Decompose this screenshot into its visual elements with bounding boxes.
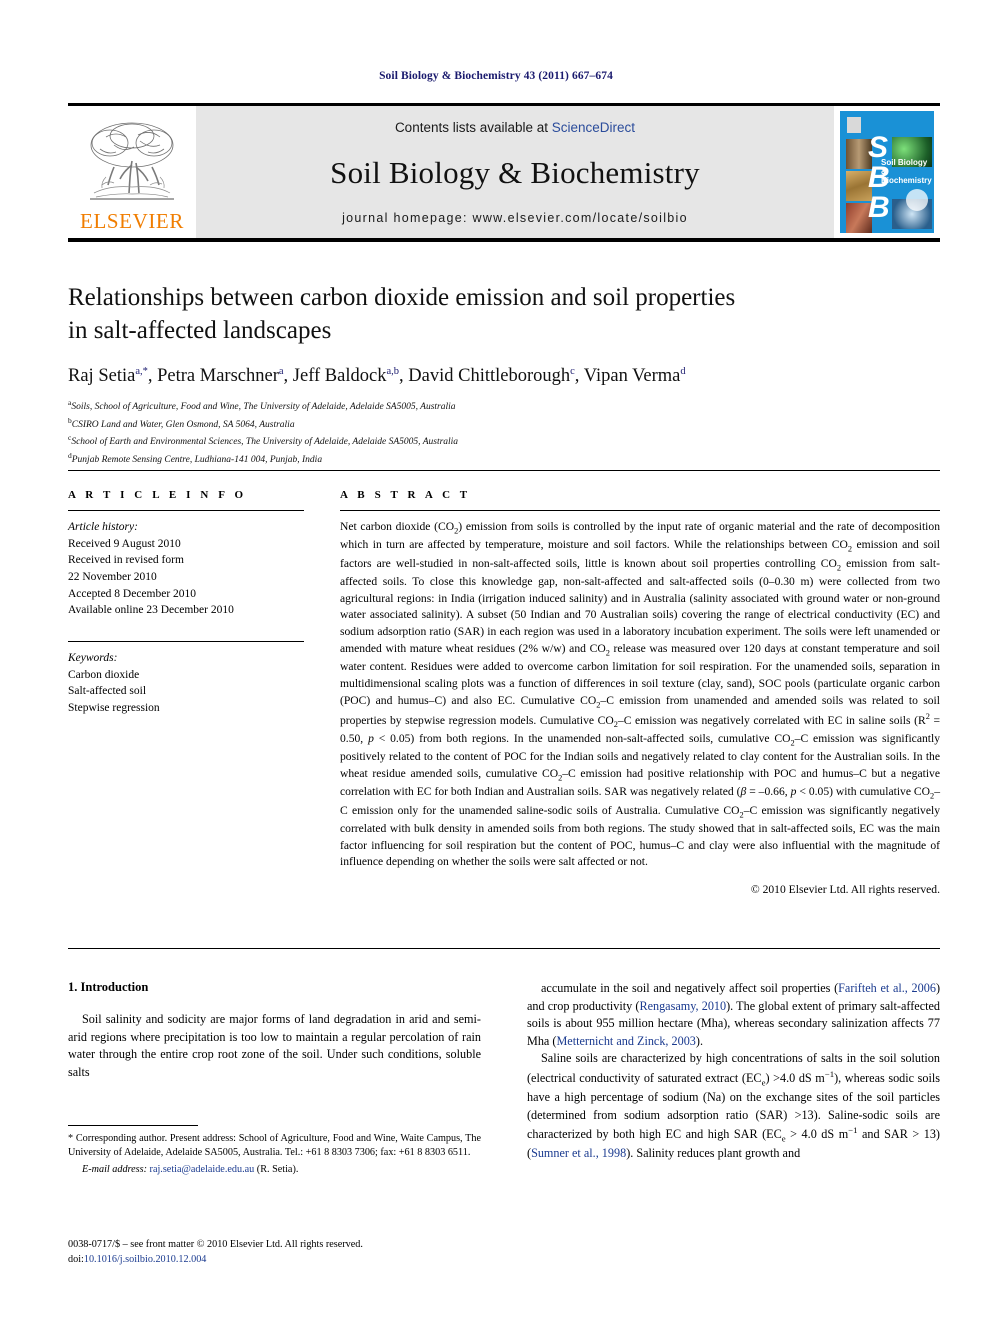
cover-society-seal-icon xyxy=(906,189,928,211)
abstract-divider xyxy=(340,510,940,511)
footnote-block: * Corresponding author. Present address:… xyxy=(68,1125,481,1177)
body-columns: 1. Introduction Soil salinity and sodici… xyxy=(68,980,940,1230)
journal-cover-thumbnail[interactable]: S B B Soil Biology & Biochemistry xyxy=(834,106,940,238)
article-history-item: 22 November 2010 xyxy=(68,571,157,584)
title-block: Relationships between carbon dioxide emi… xyxy=(68,282,940,467)
article-page: Soil Biology & Biochemistry 43 (2011) 66… xyxy=(0,0,992,1323)
body-paragraph: Saline soils are characterized by high c… xyxy=(527,1051,940,1161)
body-column-right: accumulate in the soil and negatively af… xyxy=(527,980,940,1163)
affiliation-text: School of Earth and Environmental Scienc… xyxy=(71,437,459,448)
paper-title-line-1: Relationships between carbon dioxide emi… xyxy=(68,284,736,311)
author-list: Raj Setiaa,*, Petra Marschnera, Jeff Bal… xyxy=(68,365,686,386)
article-history-item: Received 9 August 2010 xyxy=(68,537,181,550)
footnote-rule xyxy=(68,1125,198,1126)
keyword-item: Salt-affected soil xyxy=(68,685,147,698)
info-section-top-rule xyxy=(68,470,940,471)
contents-lists-line: Contents lists available at ScienceDirec… xyxy=(395,120,635,135)
front-matter-line: 0038-0717/$ – see front matter © 2010 El… xyxy=(68,1239,363,1250)
abstract-heading: A B S T R A C T xyxy=(340,489,471,501)
affiliation-item: aSoils, School of Agriculture, Food and … xyxy=(68,397,940,415)
elsevier-wordmark: ELSEVIER xyxy=(80,209,184,233)
elsevier-tree-icon xyxy=(90,122,174,200)
cover-letter-b2: B xyxy=(868,191,890,224)
doi-line: doi:10.1016/j.soilbio.2010.12.004 xyxy=(68,1253,498,1268)
email-link[interactable]: raj.setia@adelaide.edu.au xyxy=(150,1164,255,1175)
abstract-column: A B S T R A C T Net carbon dioxide (CO2)… xyxy=(340,489,940,896)
article-history-item: Received in revised form xyxy=(68,554,184,567)
keyword-item: Stepwise regression xyxy=(68,702,160,715)
affiliation-text: Punjab Remote Sensing Centre, Ludhiana-1… xyxy=(71,454,323,465)
article-history-item: Accepted 8 December 2010 xyxy=(68,587,197,600)
corresponding-author-note: * Corresponding author. Present address:… xyxy=(68,1133,481,1159)
article-history-item: Available online 23 December 2010 xyxy=(68,604,234,617)
journal-homepage-link[interactable]: journal homepage: www.elsevier.com/locat… xyxy=(342,211,688,225)
body-paragraph: accumulate in the soil and negatively af… xyxy=(527,981,940,1048)
imprint-block: 0038-0717/$ – see front matter © 2010 El… xyxy=(68,1238,498,1268)
affiliation-text: CSIRO Land and Water, Glen Osmond, SA 50… xyxy=(71,419,295,430)
cover-elsevier-mark-icon xyxy=(847,117,861,133)
journal-title: Soil Biology & Biochemistry xyxy=(330,155,700,190)
abstract-copyright: © 2010 Elsevier Ltd. All rights reserved… xyxy=(750,883,940,897)
abstract-text: Net carbon dioxide (CO2) emission from s… xyxy=(340,520,941,869)
journal-masthead: ELSEVIER Contents lists available at Sci… xyxy=(68,103,940,242)
article-history-label: Article history: xyxy=(68,521,138,533)
article-info-heading: A R T I C L E I N F O xyxy=(68,489,247,501)
keyword-item: Carbon dioxide xyxy=(68,668,140,681)
contents-prefix: Contents lists available at xyxy=(394,120,552,135)
email-note: E-mail address: raj.setia@adelaide.edu.a… xyxy=(68,1163,481,1177)
doi-label: doi: xyxy=(68,1253,84,1265)
article-info-divider xyxy=(68,510,304,511)
affiliation-text: Soils, School of Agriculture, Food and W… xyxy=(71,402,456,413)
page-title: Relationships between carbon dioxide emi… xyxy=(68,282,940,347)
paper-title-line-2: in salt-affected landscapes xyxy=(68,316,332,344)
article-info-column: A R T I C L E I N F O Article history: R… xyxy=(68,489,304,717)
elsevier-logo: ELSEVIER xyxy=(68,106,196,238)
affiliation-item: dPunjab Remote Sensing Centre, Ludhiana-… xyxy=(68,450,940,468)
email-address-label: E-mail address: xyxy=(82,1163,147,1175)
masthead-center: Contents lists available at ScienceDirec… xyxy=(196,106,834,238)
abstract-section-bottom-rule xyxy=(68,948,940,949)
cover-journal-title: Soil Biology & Biochemistry xyxy=(881,158,932,186)
keywords-divider xyxy=(68,641,304,643)
keywords-block: Keywords: Carbon dioxide Salt-affected s… xyxy=(68,641,304,717)
body-column-left: 1. Introduction Soil salinity and sodici… xyxy=(68,980,481,1081)
sciencedirect-link[interactable]: ScienceDirect xyxy=(552,120,635,135)
affiliation-list: aSoils, School of Agriculture, Food and … xyxy=(68,397,940,467)
body-paragraph: Soil salinity and sodicity are major for… xyxy=(68,1012,481,1079)
running-head: Soil Biology & Biochemistry 43 (2011) 66… xyxy=(379,70,613,82)
doi-link[interactable]: 10.1016/j.soilbio.2010.12.004 xyxy=(84,1254,207,1265)
section-heading-introduction: 1. Introduction xyxy=(68,980,149,994)
email-owner: (R. Setia). xyxy=(256,1163,299,1175)
affiliation-item: cSchool of Earth and Environmental Scien… xyxy=(68,432,940,450)
keywords-label: Keywords: xyxy=(68,652,118,665)
journal-cover-image: S B B Soil Biology & Biochemistry xyxy=(840,111,934,233)
affiliation-item: bCSIRO Land and Water, Glen Osmond, SA 5… xyxy=(68,415,940,433)
